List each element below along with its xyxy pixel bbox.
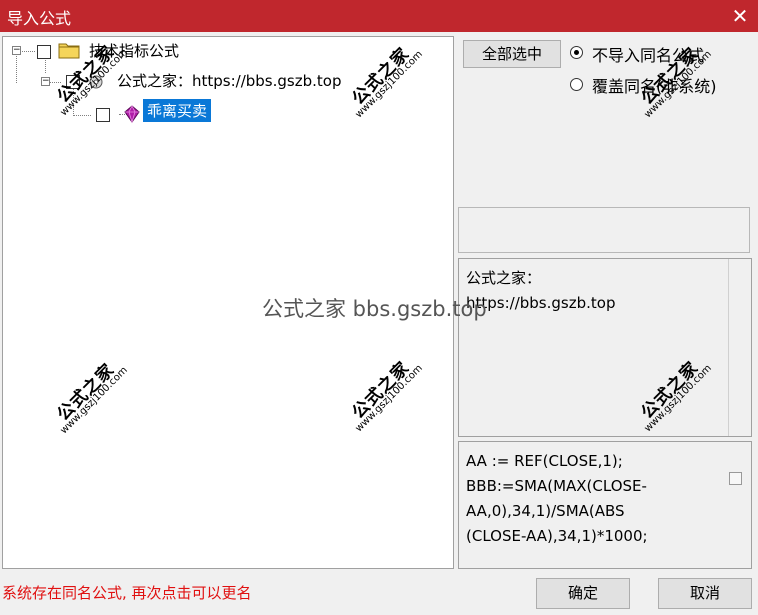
- formula-box: AA := REF(CLOSE,1); BBB:=SMA(MAX(CLOSE- …: [458, 441, 752, 569]
- radio-overwrite-duplicates[interactable]: [570, 78, 583, 91]
- description-box: 公式之家： https://bbs.gszb.top: [458, 258, 752, 437]
- formula-checkbox[interactable]: [729, 472, 742, 485]
- radio-skip-duplicates[interactable]: [570, 46, 583, 59]
- select-all-button[interactable]: 全部选中: [463, 40, 561, 68]
- tree-expander[interactable]: −: [41, 77, 50, 86]
- description-scrollbar[interactable]: [728, 259, 751, 436]
- gear-icon: [89, 75, 103, 89]
- close-icon[interactable]: ✕: [728, 4, 752, 28]
- description-line: 公式之家：: [466, 269, 542, 287]
- title-bar: 导入公式 ✕: [0, 0, 758, 32]
- cancel-button[interactable]: 取消: [658, 578, 752, 609]
- empty-field: [458, 207, 750, 253]
- tree-connector: [22, 51, 35, 52]
- formula-tree[interactable]: − 技术指标公式 − 公式之家：https://bbs.gszb.top 乖离买…: [2, 36, 454, 569]
- folder-icon: [58, 43, 80, 59]
- tree-checkbox-group[interactable]: [66, 75, 80, 89]
- radio-skip-label[interactable]: 不导入同名公式: [592, 42, 704, 66]
- window-title: 导入公式: [7, 9, 72, 28]
- formula-source: AA := REF(CLOSE,1); BBB:=SMA(MAX(CLOSE- …: [466, 452, 648, 545]
- tree-connector: [16, 56, 17, 83]
- tree-expander[interactable]: −: [12, 46, 21, 55]
- tree-checkbox-item[interactable]: [96, 108, 110, 122]
- tree-connector: [73, 89, 74, 116]
- tree-group-label[interactable]: 公式之家：https://bbs.gszb.top: [117, 70, 341, 91]
- ok-button[interactable]: 确定: [536, 578, 630, 609]
- tree-connector: [73, 115, 91, 116]
- description-line: https://bbs.gszb.top: [466, 294, 616, 312]
- tree-connector: [45, 57, 46, 73]
- status-message: 系统存在同名公式, 再次点击可以更名: [2, 584, 252, 602]
- tree-checkbox-root[interactable]: [37, 45, 51, 59]
- formula-gem-icon: [124, 105, 140, 124]
- tree-item-label[interactable]: 乖离买卖: [143, 99, 212, 122]
- radio-overwrite-label[interactable]: 覆盖同名(非系统): [592, 73, 717, 97]
- tree-root-label[interactable]: 技术指标公式: [89, 40, 179, 61]
- description-text: 公式之家： https://bbs.gszb.top: [466, 266, 615, 316]
